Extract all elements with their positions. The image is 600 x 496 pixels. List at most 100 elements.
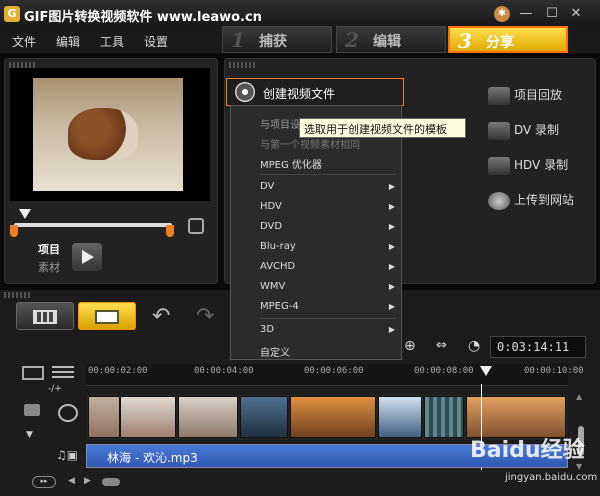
trim-end-marker[interactable] [166,225,174,237]
dd-item-hdv[interactable]: HDV [260,201,282,212]
mode-project[interactable]: 项目 [38,241,60,257]
baidu-watermark: Baidu经验 [470,438,585,463]
ruler-tick: 00:00:10:00 [524,366,584,376]
action-upload-web[interactable]: 上传到网站 [488,191,598,210]
app-logo-icon: G [4,6,20,22]
action-label: DV 录制 [514,123,560,137]
menu-file[interactable]: 文件 [12,33,36,50]
ruler-tick: 00:00:08:00 [414,366,474,376]
dd-item-dvd[interactable]: DVD [260,221,282,232]
tab-capture-label: 捕获 [259,34,287,50]
video-clip[interactable] [178,396,238,438]
horizontal-scroll-thumb[interactable] [102,478,120,486]
tab-share-number: 3 [458,29,472,53]
menu-edit[interactable]: 编辑 [56,33,80,50]
video-clip[interactable] [378,396,422,438]
submenu-arrow-icon: ▶ [388,262,395,271]
app-title: GIF图片转换视频软件 www.leawo.cn [24,10,262,25]
video-track-icon [58,404,78,422]
ruler-tick: 00:00:02:00 [88,366,148,376]
scroll-right-icon[interactable]: ▶ [84,476,91,486]
scrub-handle[interactable] [19,209,32,219]
ruler-tick: 00:00:06:00 [304,366,364,376]
undo-icon[interactable]: ↶ [152,304,170,329]
dd-item-mpeg4[interactable]: MPEG-4 [260,301,299,312]
tooltip: 选取用于创建视频文件的模板 [299,118,466,138]
submenu-arrow-icon: ▶ [388,282,395,291]
tab-capture-number: 1 [231,28,245,52]
dd-separator [260,174,396,175]
create-video-file-label: 创建视频文件 [263,87,336,101]
video-clip[interactable] [120,396,176,438]
ruler-tick: 00:00:04:00 [194,366,254,376]
fit-project-icon[interactable]: ⇔ [436,338,447,353]
video-frame [33,78,183,191]
dd-item-bluray[interactable]: Blu-ray [260,241,296,252]
panel-grip [229,62,257,68]
collapse-icon[interactable]: ▼ [26,430,33,440]
action-dv-record[interactable]: DV 录制 [488,121,598,140]
action-hdv-record[interactable]: HDV 录制 [488,156,598,175]
timeline-ruler[interactable]: 00:00:02:00 00:00:04:00 00:00:06:00 00:0… [86,364,584,386]
close-icon[interactable]: ✕ [568,6,584,22]
video-clip[interactable] [240,396,288,438]
menu-tools[interactable]: 工具 [100,33,124,50]
scroll-left-icon[interactable]: ◀ [68,476,75,486]
mode-clip[interactable]: 素材 [38,259,60,275]
filmstrip-icon [33,310,57,324]
video-clip[interactable] [424,396,464,438]
dd-item-same-as-first-clip[interactable]: 与第一个视频素材相同 [260,136,360,151]
play-button[interactable] [72,243,102,271]
dd-item-3d[interactable]: 3D [260,324,274,335]
maximize-icon[interactable]: ☐ [544,6,560,22]
zoom-label[interactable]: -/+ [48,384,62,394]
menu-settings[interactable]: 设置 [144,33,168,50]
dd-separator [260,318,396,319]
scrub-slider[interactable] [14,223,172,227]
tab-share[interactable]: 3 分享 [448,26,568,53]
timecode-display[interactable]: 0:03:14:11 [490,336,586,358]
tab-capture[interactable]: 1 捕获 [222,26,332,53]
template-dropdown-menu: 与项目设 与第一个视频素材相同 MPEG 优化器 DV ▶ HDV ▶ DVD … [230,105,402,360]
create-video-file-button[interactable]: 创建视频文件 [226,78,404,106]
dd-item-custom[interactable]: 自定义 [260,344,290,359]
fit-timeline-icon[interactable]: ▸▸ [32,476,56,488]
dd-item-same-as-project[interactable]: 与项目设 [260,116,300,131]
submenu-arrow-icon: ▶ [388,302,395,311]
minimize-icon[interactable]: — [518,6,534,22]
tab-edit[interactable]: 2 编辑 [336,26,446,53]
play-icon [82,250,94,264]
submenu-arrow-icon: ▶ [388,222,395,231]
watermark-url: jingyan.baidu.com [505,472,598,483]
action-project-playback[interactable]: 项目回放 [488,86,598,105]
timeline-view-icon [95,310,119,324]
dd-item-wmv[interactable]: WMV [260,281,285,292]
dd-item-dv[interactable]: DV [260,181,274,192]
film-reel-icon [235,82,255,102]
action-label: HDV 录制 [514,158,569,172]
playback-icon [488,86,510,105]
video-clip[interactable] [290,396,376,438]
scroll-up-icon[interactable]: ▲ [576,392,582,401]
tab-edit-label: 编辑 [373,34,401,50]
redo-icon[interactable]: ↷ [196,304,214,329]
timeline-view-button[interactable] [78,302,136,330]
playhead-marker[interactable] [480,366,492,376]
video-clip[interactable] [88,396,120,438]
tab-edit-number: 2 [345,28,359,52]
dv-camera-icon [488,121,510,140]
clock-icon: ◔ [468,338,481,354]
track-manager-icon[interactable] [22,366,44,380]
submenu-arrow-icon: ▶ [388,325,395,334]
zoom-icon[interactable]: ⊕ [404,338,416,354]
dd-item-mpeg-optimizer[interactable]: MPEG 优化器 [260,156,322,171]
action-label: 项目回放 [514,88,563,102]
dd-item-avchd[interactable]: AVCHD [260,261,295,272]
trim-start-marker[interactable] [10,225,18,237]
storyboard-view-button[interactable] [16,302,74,330]
enlarge-preview-icon[interactable] [188,218,204,234]
insert-track-icon[interactable] [24,404,40,416]
submenu-arrow-icon: ▶ [388,202,395,211]
help-icon[interactable]: ✱ [494,6,510,22]
chapter-list-icon[interactable] [52,366,74,380]
